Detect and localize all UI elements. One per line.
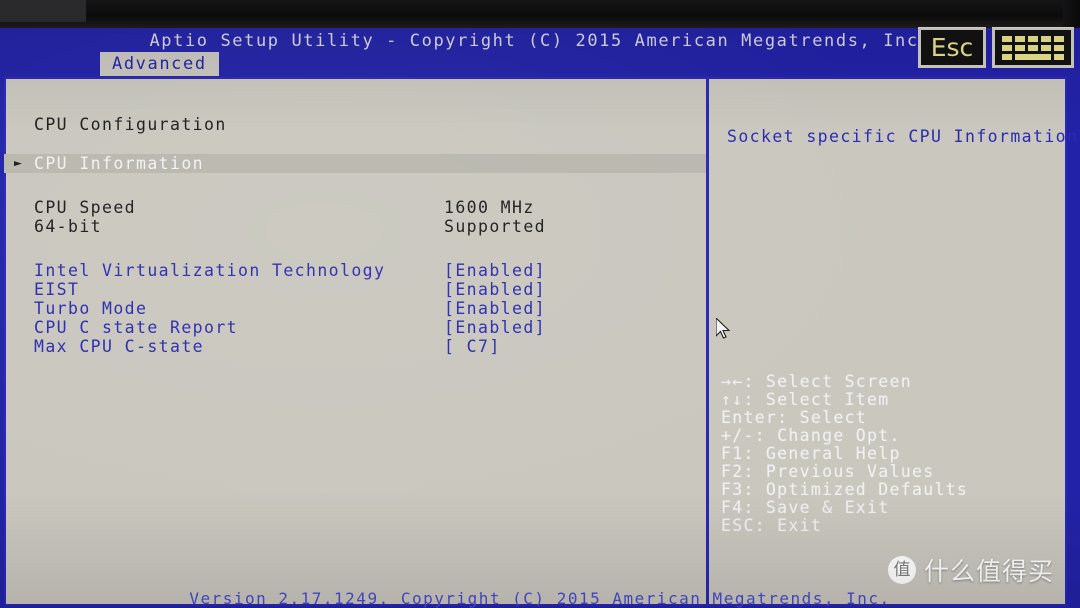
tab-advanced[interactable]: Advanced [100,52,219,76]
setting-value[interactable]: [ C7] [444,337,501,356]
legend-select-screen: →←: Select Screen [721,372,912,391]
bios-screen: Aptio Setup Utility - Copyright (C) 2015… [0,28,1080,608]
section-title-row: CPU Configuration [4,115,706,134]
keyboard-icon[interactable] [992,27,1074,68]
info-label: CPU Speed [34,198,137,217]
keyboard-icon-row [1002,44,1064,51]
info-value: 1600 MHz [444,198,535,217]
setting-value[interactable]: [Enabled] [444,261,546,280]
monitor-bezel-top [0,0,1080,29]
overlay-key-hints: Esc [918,27,1074,68]
triangle-right-icon: ► [14,156,24,171]
key-legend: →←: Select Screen ↑↓: Select Item Enter:… [709,373,1067,535]
setting-row-cpu-c-state-report[interactable]: CPU C state Report [Enabled] [4,318,706,337]
info-row-64-bit: 64-bit Supported [4,217,706,236]
setting-label: CPU C state Report [34,318,239,337]
legend-general-help: F1: General Help [721,444,901,463]
setting-value[interactable]: [Enabled] [444,299,546,318]
page-title: CPU Configuration [34,115,227,134]
settings-pane: CPU Configuration ► CPU Information CPU … [4,77,706,606]
setting-label: EIST [34,280,80,299]
mouse-cursor [715,316,732,346]
legend-previous-values: F2: Previous Values [721,462,935,481]
watermark-badge: 值 [887,556,916,584]
keyboard-icon-row [1002,35,1064,42]
setting-value[interactable]: [Enabled] [444,318,546,337]
setting-row-max-cpu-c-state[interactable]: Max CPU C-state [ C7] [4,337,706,356]
setting-label: Intel Virtualization Technology [34,261,386,280]
setting-label: Turbo Mode [34,299,148,318]
legend-save-exit: F4: Save & Exit [721,498,890,517]
legend-esc-exit: ESC: Exit [721,516,823,535]
legend-enter-select: Enter: Select [721,408,868,427]
keyboard-icon-row [1002,53,1064,60]
legend-change-opt: +/-: Change Opt. [721,426,901,445]
bios-screenshot: Aptio Setup Utility - Copyright (C) 2015… [0,0,1080,608]
monitor-bezel-corner [0,0,86,22]
watermark-text: 什么值得买 [923,557,1054,586]
legend-optimized-defaults: F3: Optimized Defaults [721,480,969,499]
help-description: Socket specific CPU Information [727,127,1079,146]
setting-row-turbo-mode[interactable]: Turbo Mode [Enabled] [4,299,706,318]
info-value: Supported [444,217,547,236]
info-row-cpu-speed: CPU Speed 1600 MHz [4,198,706,217]
watermark: 值 什么值得买 [887,552,1054,588]
setting-row-eist[interactable]: EIST [Enabled] [4,280,706,299]
esc-key-button[interactable]: Esc [918,27,986,68]
menu-item-cpu-information[interactable]: ► CPU Information [4,154,706,173]
help-pane: Socket specific CPU Information →←: Sele… [709,77,1079,606]
menu-item-label: CPU Information [34,154,205,173]
setting-label: Max CPU C-state [34,337,205,356]
info-label: 64-bit [34,217,103,236]
setting-row-intel-virtualization-technology[interactable]: Intel Virtualization Technology [Enabled… [4,261,706,280]
setting-value[interactable]: [Enabled] [444,280,546,299]
legend-select-item: ↑↓: Select Item [721,390,890,409]
